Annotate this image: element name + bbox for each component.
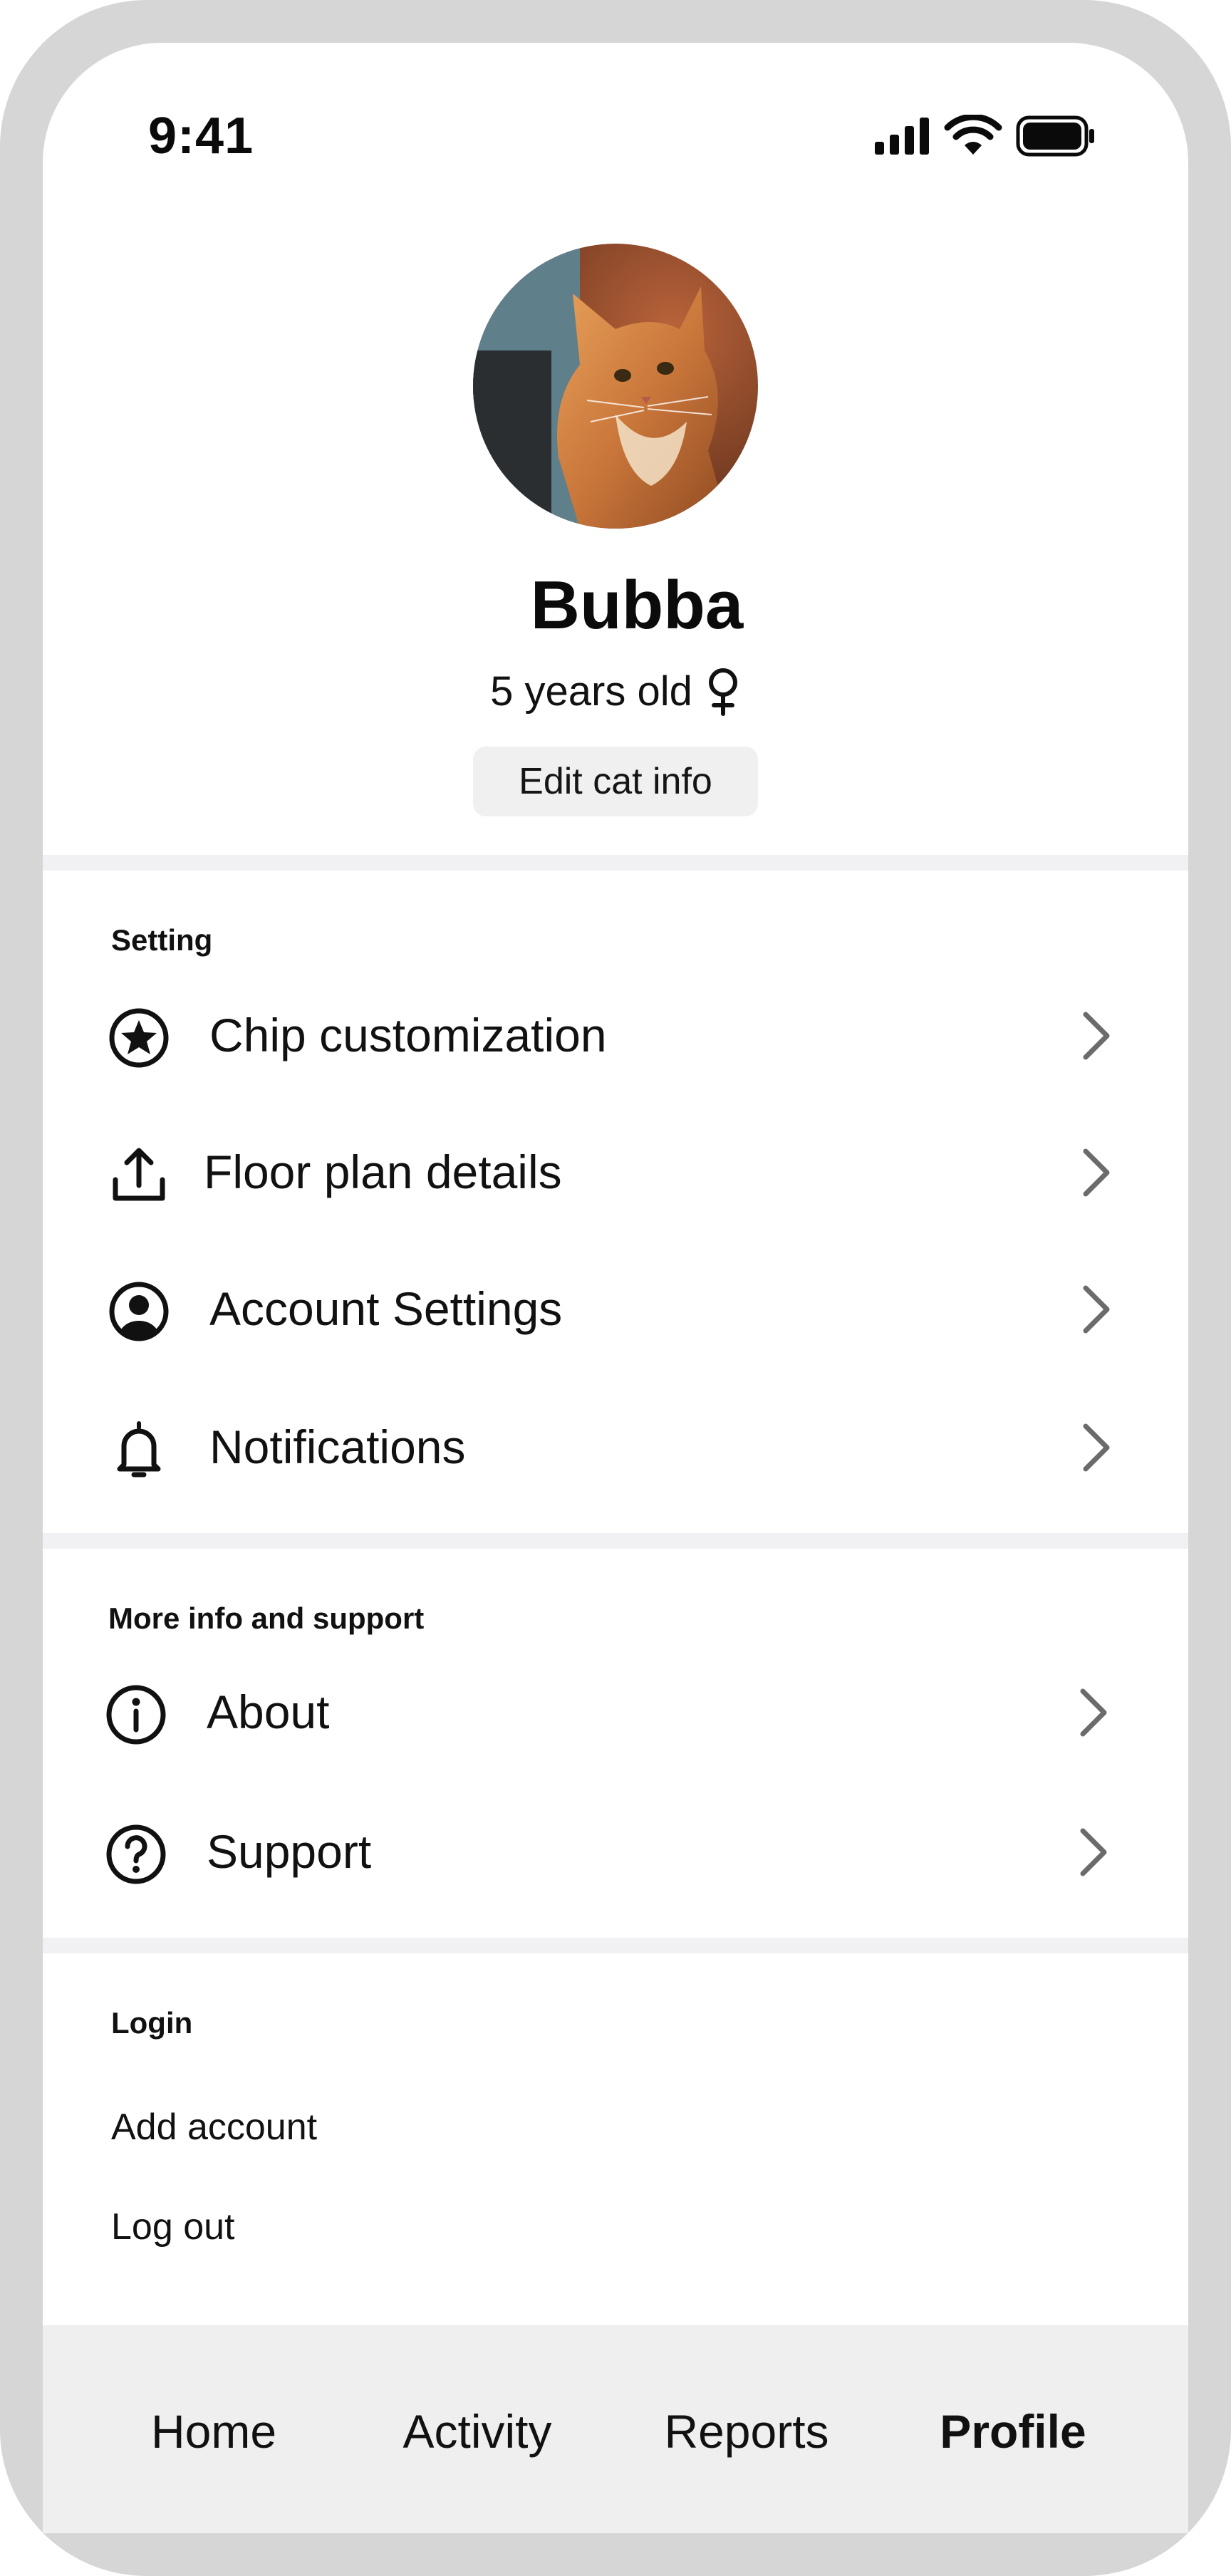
- menu-item-label: About: [207, 1686, 330, 1738]
- menu-item-label: Floor plan details: [204, 1146, 562, 1198]
- tab-profile[interactable]: Profile: [920, 2392, 1106, 2471]
- menu-item-label: Chip customization: [209, 1009, 607, 1061]
- cat-name: Bubba: [530, 567, 744, 643]
- login-section-title: Login: [111, 2006, 193, 2040]
- menu-item-label: Account Settings: [209, 1282, 563, 1335]
- cat-photo: [473, 244, 758, 529]
- signal-icon: [875, 118, 929, 155]
- menu-item-floor-plan-details[interactable]: Floor plan details: [107, 1126, 1118, 1218]
- bell-icon: [117, 1421, 161, 1477]
- status-time: 9:41: [148, 108, 254, 165]
- status-icons: [873, 113, 1096, 160]
- chevron-right-icon: [1080, 1688, 1107, 1737]
- section-divider: [43, 1938, 1188, 1953]
- menu-item-support[interactable]: Support: [104, 1805, 1116, 1898]
- info-icon: [106, 1685, 166, 1745]
- menu-item-about[interactable]: About: [104, 1666, 1116, 1758]
- cat-age-row: 5 years old: [402, 661, 829, 722]
- section-divider: [43, 1533, 1188, 1549]
- wifi-icon: [944, 115, 1002, 155]
- star-circle-icon: [109, 1008, 169, 1068]
- tab-home[interactable]: Home: [128, 2392, 299, 2471]
- chevron-right-icon: [1080, 1828, 1107, 1876]
- chevron-right-icon: [1083, 1148, 1110, 1197]
- help-circle-icon: [106, 1824, 166, 1884]
- menu-item-chip-customization[interactable]: Chip customization: [107, 989, 1118, 1081]
- settings-section-title: Setting: [111, 923, 213, 957]
- upload-icon: [113, 1148, 165, 1201]
- section-divider: [43, 855, 1188, 871]
- tab-reports[interactable]: Reports: [641, 2392, 852, 2471]
- menu-item-label: Notifications: [209, 1421, 466, 1473]
- menu-item-label: Support: [207, 1825, 372, 1878]
- log-out-link[interactable]: Log out: [111, 2198, 235, 2255]
- battery-icon: [1016, 115, 1094, 157]
- tab-activity[interactable]: Activity: [378, 2392, 577, 2471]
- female-symbol-icon: [708, 668, 737, 716]
- menu-item-account-settings[interactable]: Account Settings: [107, 1262, 1118, 1355]
- cat-age: 5 years old: [490, 668, 692, 715]
- menu-item-notifications[interactable]: Notifications: [107, 1401, 1118, 1493]
- chevron-right-icon: [1083, 1285, 1110, 1334]
- chevron-right-icon: [1083, 1423, 1110, 1472]
- chevron-right-icon: [1083, 1012, 1110, 1060]
- edit-cat-info-button[interactable]: Edit cat info: [473, 747, 758, 816]
- support-section-title: More info and support: [108, 1601, 425, 1635]
- user-circle-icon: [109, 1282, 169, 1341]
- add-account-link[interactable]: Add account: [111, 2099, 317, 2156]
- cat-avatar[interactable]: [473, 244, 758, 529]
